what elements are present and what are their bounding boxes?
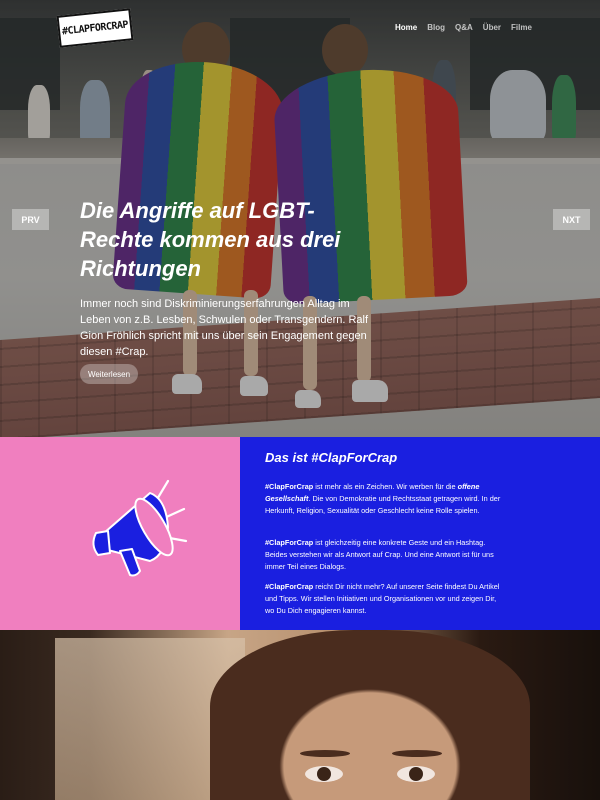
megaphone-icon <box>92 479 188 577</box>
hashtag-strong: #ClapForCrap <box>265 538 314 547</box>
read-more-button[interactable]: Weiterlesen <box>80 364 138 384</box>
eye <box>397 766 435 782</box>
hashtag-strong: #ClapForCrap <box>265 582 314 591</box>
paragraph-text: ist mehr als ein Zeichen. Wir werben für… <box>313 482 458 491</box>
nav-item-ueber[interactable]: Über <box>483 23 501 32</box>
nav-item-blog[interactable]: Blog <box>427 23 445 32</box>
info-paragraph: #ClapForCrap reicht Dir nicht mehr? Auf … <box>265 581 505 617</box>
hashtag-strong: #ClapForCrap <box>265 482 314 491</box>
main-nav: Home Blog Q&A Über Filme <box>395 23 532 32</box>
info-paragraph: #ClapForCrap ist mehr als ein Zeichen. W… <box>265 481 505 517</box>
person-hair <box>210 630 530 800</box>
eyebrow <box>392 750 442 757</box>
nav-item-home[interactable]: Home <box>395 23 417 32</box>
hero-title: Die Angriffe auf LGBT-Rechte kommen aus … <box>80 198 341 281</box>
hero-subtitle: Immer noch sind Diskriminierungserfahrun… <box>80 298 369 358</box>
nav-item-qa[interactable]: Q&A <box>455 23 473 32</box>
hero-slider: #CLAPFORCRAP Home Blog Q&A Über Filme PR… <box>0 0 600 437</box>
info-icon-panel <box>0 437 240 630</box>
eyebrow <box>300 750 350 757</box>
portrait-photo <box>0 630 600 800</box>
info-paragraph: #ClapForCrap ist gleichzeitig eine konkr… <box>265 537 505 573</box>
logo-text: #CLAPFORCRAP <box>61 19 129 37</box>
info-title: Das ist #ClapForCrap <box>265 450 398 465</box>
nav-item-filme[interactable]: Filme <box>511 23 532 32</box>
info-text-panel: Das ist #ClapForCrap #ClapForCrap ist me… <box>240 437 600 630</box>
slider-next-button[interactable]: NXT <box>553 209 590 230</box>
eye <box>305 766 343 782</box>
slider-prev-button[interactable]: PRV <box>12 209 49 230</box>
